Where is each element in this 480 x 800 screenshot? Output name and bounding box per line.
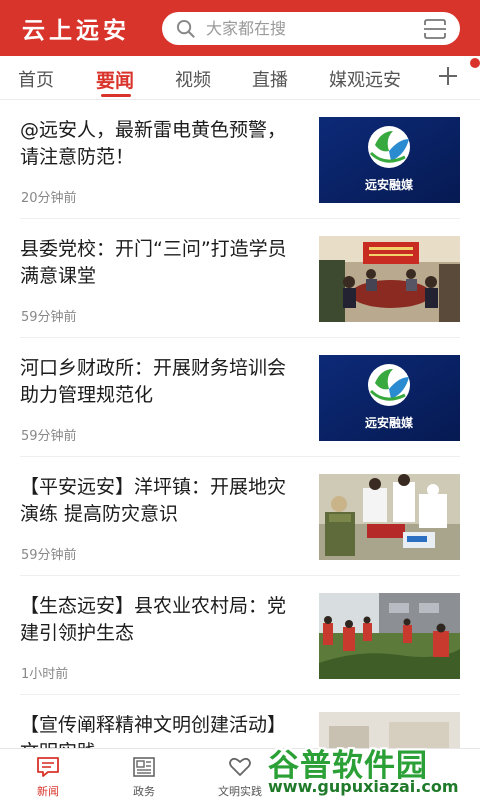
yuanan-media-logo-text: 远安融媒 [365,415,414,430]
yuanan-media-logo-text: 远安融媒 [365,177,414,192]
nav-news[interactable]: 新闻 [0,749,96,800]
news-title: 【宣传阐释精神文明创建活动】文明实践…… [20,714,287,748]
tab-home[interactable]: 首页 [18,66,54,92]
tab-media-yuanan[interactable]: 媒观远安 [329,66,401,92]
news-item[interactable]: 河口乡财政所：开展财务培训会 助力管理规范化 59分钟前 远安融媒 [20,338,460,457]
news-title: 【平安远安】洋坪镇：开展地灾演练 提高防灾意识 [20,476,287,525]
news-time: 59分钟前 [21,310,77,325]
scan-icon[interactable] [424,19,446,39]
search-box[interactable] [162,12,460,45]
nav-label: 政务 [133,785,155,798]
disaster-drill-photo-thumbnail [319,474,460,560]
news-item[interactable]: 【生态远安】县农业农村局：党建引领护生态 1小时前 [20,576,460,695]
news-time: 20分钟前 [21,191,77,206]
search-input[interactable] [206,12,406,45]
active-tab-indicator [101,94,131,97]
news-list: @远安人，最新雷电黄色预警，请注意防范！ 20分钟前 远安融媒 县委党校：开门“… [0,100,480,748]
news-title: 河口乡财政所：开展财务培训会 助力管理规范化 [20,357,287,406]
news-icon [37,757,59,777]
meeting-photo-thumbnail [319,236,460,322]
heart-icon [229,757,251,776]
news-time: 59分钟前 [21,548,77,563]
yuanan-media-logo-thumbnail: 远安融媒 [319,355,460,441]
news-title: @远安人，最新雷电黄色预警，请注意防范！ [20,119,287,168]
tab-video[interactable]: 视频 [175,66,211,92]
app-title: 云上远安 [22,17,130,44]
yuanan-media-logo-thumbnail: 远安融媒 [319,117,460,203]
nav-government[interactable]: 政务 [96,749,192,800]
channel-tabs: 首页 要闻 视频 直播 媒观远安 [0,56,480,100]
site-watermark: 谷普软件园 www.gupuxiazai.com [268,740,476,798]
news-title: 【生态远安】县农业农村局：党建引领护生态 [20,595,287,644]
news-item[interactable]: @远安人，最新雷电黄色预警，请注意防范！ 20分钟前 远安融媒 [20,100,460,219]
add-channel-icon[interactable] [438,66,458,86]
news-time: 59分钟前 [21,429,77,444]
newspaper-icon [133,757,155,777]
tab-headlines[interactable]: 要闻 [96,66,134,93]
nav-label: 新闻 [37,785,59,798]
watermark-url: www.gupuxiazai.com [268,777,459,796]
news-item[interactable]: 县委党校：开门“三问”打造学员满意课堂 59分钟前 [20,219,460,338]
search-icon [176,19,195,38]
news-time: 1小时前 [21,667,69,682]
news-title: 县委党校：开门“三问”打造学员满意课堂 [20,238,287,287]
notification-dot [470,58,480,68]
top-bar: 云上远安 [0,0,480,56]
tab-live[interactable]: 直播 [252,66,288,92]
news-item[interactable]: 【平安远安】洋坪镇：开展地灾演练 提高防灾意识 59分钟前 [20,457,460,576]
farmland-photo-thumbnail [319,593,460,679]
